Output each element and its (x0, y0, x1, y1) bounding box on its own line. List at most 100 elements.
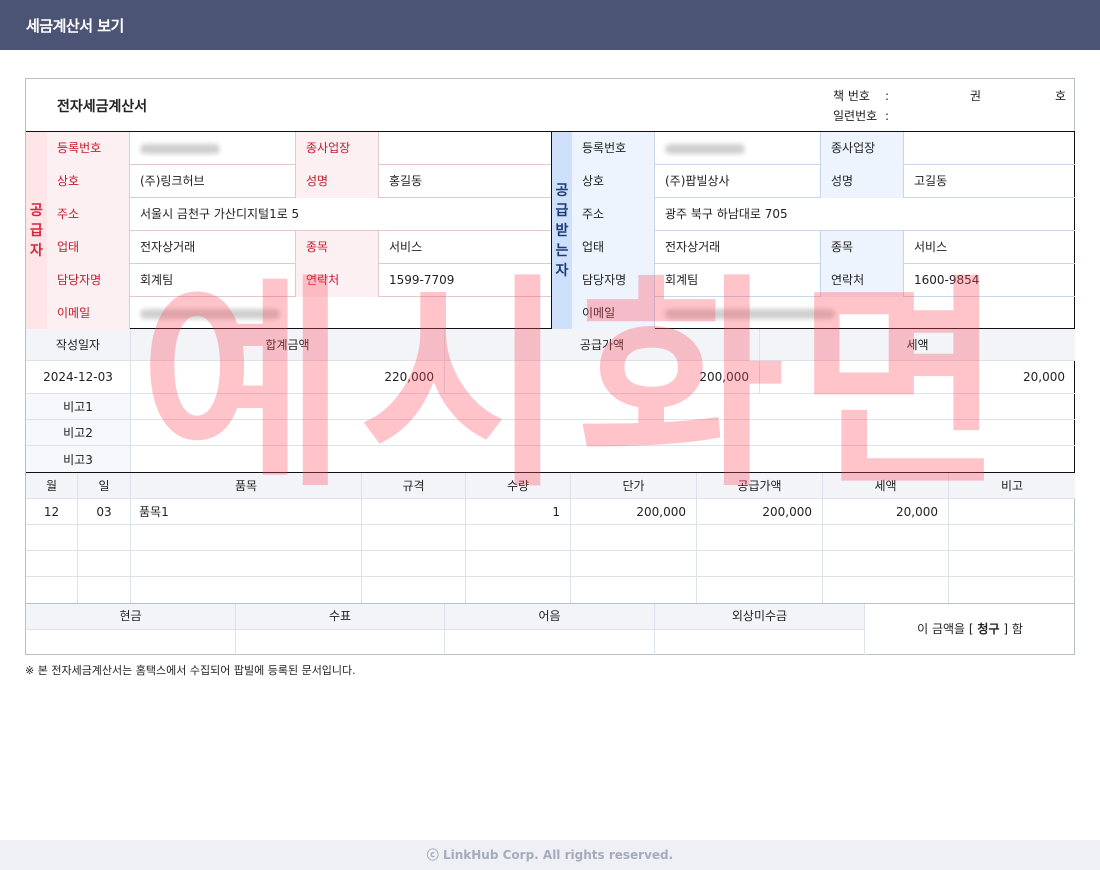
book-volume-unit: 권 (970, 89, 982, 103)
receiver-company-value: (주)팝빌상사 (655, 165, 821, 198)
receiver-address-value: 광주 북구 하남대로 705 (665, 207, 788, 221)
receiver-reg-no-value (655, 132, 821, 165)
side-char: 자 (555, 262, 569, 279)
empty-cell (26, 525, 78, 551)
redacted-text (665, 308, 835, 319)
empty-cell (697, 577, 823, 603)
statement-suffix: ] 함 (1003, 622, 1023, 636)
remark-row: 비고1 (26, 394, 1075, 420)
receiver-branch-value (904, 132, 1075, 165)
remark-label: 비고3 (26, 446, 131, 472)
side-char: 받 (555, 222, 569, 239)
receiver-contact-label: 담당자명 (572, 264, 655, 297)
empty-cell (697, 525, 823, 551)
side-char: 자 (30, 242, 43, 259)
supplier-biztype-label: 업태 (47, 231, 130, 264)
supplier-side-label: 공 급 자 (26, 132, 47, 329)
receiver-email-value (655, 297, 1075, 330)
supplier-ceo-label: 성명 (296, 165, 379, 198)
supplier-bizitem-value: 서비스 (389, 240, 423, 254)
receiver-company-label: 상호 (572, 165, 655, 198)
amounts-table: 작성일자 합계금액 공급가액 세액 2024-12-03 220,000 200… (26, 329, 1075, 473)
remark-row: 비고2 (26, 420, 1075, 446)
empty-cell (131, 525, 362, 551)
side-char: 공 (555, 182, 569, 199)
item-row-empty (26, 525, 1075, 551)
supplier-row: 주소 서울시 금천구 가산디지털1로 5 (47, 198, 551, 231)
window-title: 세금계산서 보기 (26, 17, 124, 35)
side-char: 는 (555, 242, 569, 259)
spec-header: 규격 (362, 473, 466, 499)
side-char: 공 (30, 202, 43, 219)
serial-number-label: 일련번호 (833, 109, 878, 123)
remark-row: 비고3 (26, 446, 1075, 472)
supplier-phone-label: 연락처 (296, 264, 379, 297)
parties-table: 공 급 자 등록번호 종사업장 상호 (주)링크허브 성명 홍길동 주소 서울시… (26, 131, 1075, 330)
supply-amount-header: 공급가액 (697, 473, 823, 499)
supplier-row: 이메일 (47, 297, 551, 330)
receiver-bizitem-value: 서비스 (914, 240, 948, 254)
empty-cell (466, 551, 571, 577)
supplier-bizitem-label: 종목 (296, 231, 379, 264)
remark-label: 비고2 (26, 420, 131, 445)
supplier-email-value (130, 297, 551, 330)
items-header-row: 월 일 품목 규격 수량 단가 공급가액 세액 비고 (26, 473, 1075, 499)
total-value: 220,000 (131, 361, 445, 393)
supplier-reg-no-label: 등록번호 (47, 132, 130, 165)
empty-cell (78, 525, 131, 551)
empty-cell (697, 551, 823, 577)
receivable-value (655, 630, 865, 655)
redacted-text (140, 143, 220, 154)
book-number-unit: 호 (1055, 89, 1067, 103)
document-title: 전자세금계산서 (57, 99, 148, 115)
tax-header: 세액 (906, 338, 929, 352)
remark-header: 비고 (1000, 479, 1024, 493)
supplier-company-value: (주)링크허브 (130, 165, 296, 198)
supplier-email-label: 이메일 (47, 297, 130, 330)
empty-cell (362, 525, 466, 551)
empty-cell (78, 577, 131, 603)
amounts-value-row: 2024-12-03 220,000 200,000 20,000 (26, 361, 1075, 394)
statement-prefix: 이 금액을 [ (917, 622, 974, 636)
supplier-row: 상호 (주)링크허브 성명 홍길동 (47, 165, 551, 198)
payment-table: 현금 수표 어음 외상미수금 이 금액을 [ 청구 ] 함 (26, 603, 1075, 655)
supplier-contact-value: 회계팀 (130, 264, 296, 297)
qty-header: 수량 (466, 473, 571, 499)
receiver-side-label: 공 급 받 는 자 (551, 132, 572, 329)
receiver-row: 상호 (주)팝빌상사 성명 고길동 (572, 165, 1075, 198)
empty-cell (362, 577, 466, 603)
redacted-text (665, 143, 745, 154)
receiver-row: 등록번호 종사업장 (572, 132, 1075, 165)
side-char: 급 (30, 222, 43, 239)
book-number-line: 책 번호: 권 호 (833, 87, 1066, 104)
supplier-contact-label: 담당자명 (47, 264, 130, 297)
supplier-phone-value: 1599-7709 (389, 273, 455, 287)
supplier-address-label: 주소 (47, 198, 130, 231)
check-value (236, 630, 445, 655)
receiver-phone-value: 1600-9854 (914, 273, 980, 287)
receiver-contact-value: 회계팀 (655, 264, 821, 297)
item-day: 03 (78, 499, 131, 525)
serial-number-line: 일련번호: (833, 107, 905, 124)
check-header: 수표 (236, 604, 445, 630)
receiver-row: 업태 전자상거래 종목 서비스 (572, 231, 1075, 264)
billing-statement: 이 금액을 [ 청구 ] 함 (865, 604, 1075, 655)
receiver-biztype-label: 업태 (572, 231, 655, 264)
item-row: 12 03 품목1 1 200,000 200,000 20,000 (26, 499, 1075, 525)
empty-cell (823, 551, 949, 577)
receiver-branch-label: 종사업장 (821, 132, 904, 165)
document-note: ※ 본 전자세금계산서는 홈택스에서 수집되어 팝빌에 등록된 문서입니다. (25, 664, 356, 677)
tax-amount-header: 세액 (823, 473, 949, 499)
side-char: 급 (555, 202, 569, 219)
item-spec (362, 499, 466, 525)
supply-header: 공급가액 (445, 329, 760, 360)
supplier-row: 등록번호 종사업장 (47, 132, 551, 165)
item-tax-amount: 20,000 (823, 499, 949, 525)
amounts-header-row: 작성일자 합계금액 공급가액 세액 (26, 329, 1075, 361)
copyright-footer: ⓒ LinkHub Corp. All rights reserved. (0, 840, 1100, 870)
remark-label: 비고1 (26, 394, 131, 419)
title-bar: 세금계산서 보기 (0, 0, 1100, 50)
receiver-row: 이메일 (572, 297, 1075, 330)
unit-price-header: 단가 (571, 473, 697, 499)
issue-date-value: 2024-12-03 (26, 361, 131, 393)
